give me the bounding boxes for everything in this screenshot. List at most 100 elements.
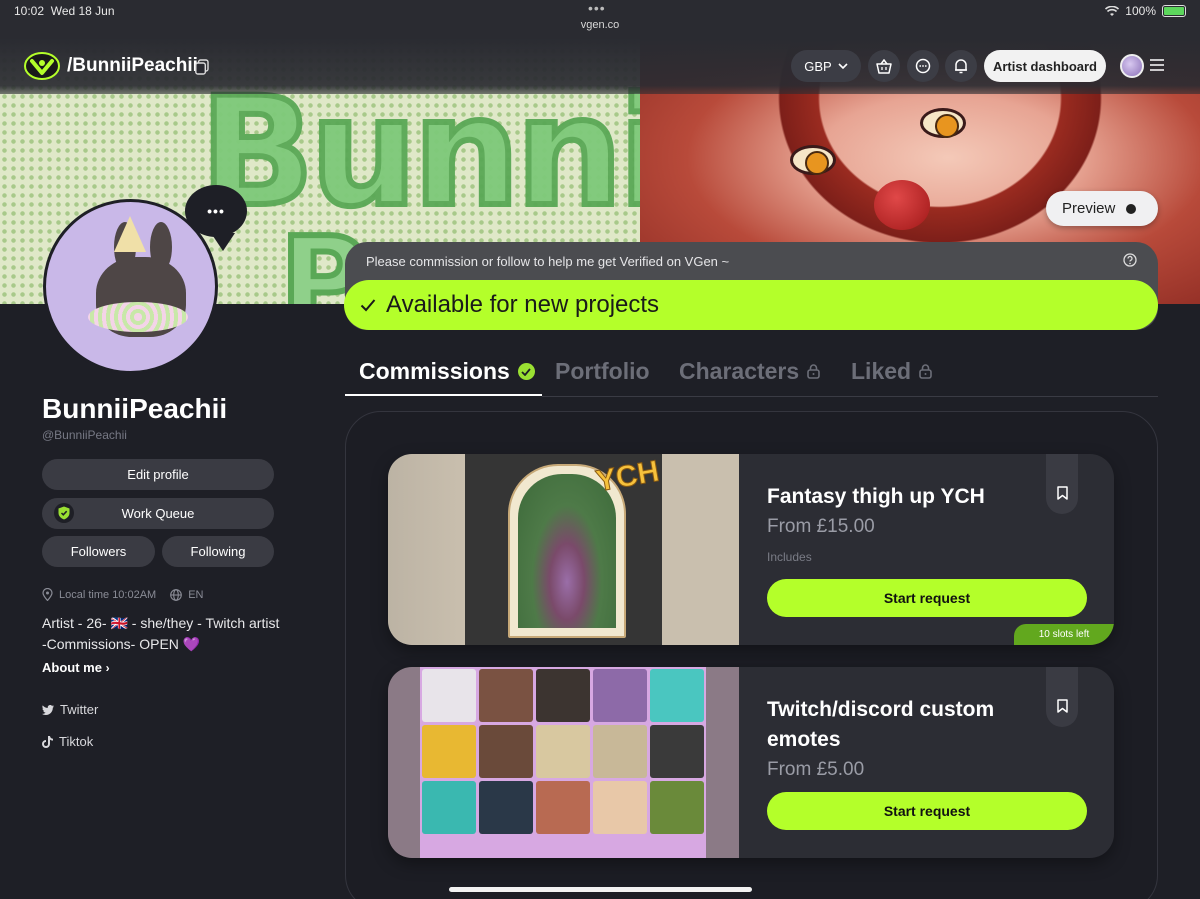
commission-price: From £15.00 [767, 516, 875, 537]
following-button[interactable]: Following [162, 536, 274, 567]
emote [479, 781, 533, 834]
battery-icon [1162, 5, 1186, 17]
user-handle: @BunniiPeachii [42, 428, 127, 442]
chat-bubble-icon [915, 58, 931, 74]
commission-card[interactable]: Twitch/discord custom emotes From £5.00 … [388, 667, 1114, 858]
banner-clown-nose [874, 180, 930, 230]
bookmark-button[interactable] [1046, 667, 1078, 727]
commission-card[interactable]: YCH Fantasy thigh up YCH From £15.00 Inc… [388, 454, 1114, 645]
vgen-logo[interactable] [24, 52, 60, 80]
tab-portfolio[interactable]: Portfolio [555, 358, 650, 385]
emote [422, 725, 476, 778]
twitter-label: Twitter [60, 702, 99, 717]
notifications-button[interactable] [945, 50, 977, 82]
work-queue-label: Work Queue [121, 506, 195, 521]
emote [593, 725, 647, 778]
home-indicator[interactable] [449, 887, 752, 892]
messages-button[interactable] [907, 50, 939, 82]
help-icon[interactable] [1123, 253, 1137, 267]
emote [536, 781, 590, 834]
cart-button[interactable] [868, 50, 900, 82]
emote [593, 669, 647, 722]
bookmark-icon [1056, 486, 1068, 500]
about-me-link[interactable]: About me › [42, 660, 110, 675]
profile-meta: Local time 10:02AM EN [42, 588, 204, 601]
user-avatar-menu[interactable] [1120, 54, 1144, 78]
tiktok-link[interactable]: Tiktok [42, 734, 93, 749]
bookmark-button[interactable] [1046, 454, 1078, 514]
lock-icon [919, 364, 932, 379]
includes-label: Includes [767, 550, 812, 564]
banner-eye-left [790, 145, 836, 175]
commission-thumbnail [388, 667, 739, 858]
currency-value: GBP [804, 58, 832, 74]
emote [479, 725, 533, 778]
emote-sheet [420, 667, 706, 858]
verify-prompt: Please commission or follow to help me g… [366, 254, 730, 269]
basket-icon [876, 58, 892, 74]
chevron-down-icon [838, 62, 848, 69]
artist-dashboard-button[interactable]: Artist dashboard [984, 50, 1106, 82]
emote [650, 669, 704, 722]
tab-label: Characters [679, 358, 800, 384]
start-request-button[interactable]: Start request [767, 792, 1087, 830]
start-request-button[interactable]: Start request [767, 579, 1087, 617]
wifi-icon [1105, 5, 1120, 16]
copy-icon[interactable] [195, 59, 209, 75]
preview-label: Preview [1062, 200, 1116, 217]
active-tab-indicator [345, 394, 542, 396]
ios-status-bar: 10:02 Wed 18 Jun ••• vgen.co 100% [0, 0, 1200, 38]
profile-bio: Artist - 26- 🇬🇧 - she/they - Twitch arti… [42, 615, 280, 652]
commission-title: Twitch/discord custom emotes [767, 698, 995, 751]
commission-price: From £5.00 [767, 759, 865, 780]
battery-percent: 100% [1125, 4, 1156, 18]
currency-select[interactable]: GBP [791, 50, 861, 82]
display-name: BunniiPeachii [42, 393, 228, 424]
emote [650, 725, 704, 778]
tab-characters[interactable]: Characters [679, 358, 820, 385]
status-indicators: 100% [1105, 4, 1186, 18]
tabs-divider [542, 396, 1158, 397]
availability-banner: Available for new projects [344, 280, 1158, 330]
bell-icon [955, 59, 967, 74]
edit-profile-button[interactable]: Edit profile [42, 459, 274, 490]
shield-check-icon [54, 503, 74, 523]
preview-toggle[interactable]: Preview [1046, 191, 1158, 226]
language: EN [188, 588, 204, 601]
emote [650, 781, 704, 834]
browser-url[interactable]: vgen.co [0, 19, 1200, 31]
emote [536, 725, 590, 778]
lock-icon [807, 364, 820, 379]
work-queue-button[interactable]: Work Queue [42, 498, 274, 529]
clown-collar [88, 302, 188, 332]
emote [536, 669, 590, 722]
slots-left-badge: 10 slots left [1014, 624, 1114, 645]
status-bubble-button[interactable]: ••• [185, 185, 247, 251]
twitter-icon [42, 704, 54, 715]
emote [479, 669, 533, 722]
tab-label: Commissions [359, 358, 510, 384]
commission-title: Fantasy thigh up YCH [767, 485, 985, 508]
check-badge-icon [517, 363, 535, 380]
emote [422, 781, 476, 834]
availability-text: Available for new projects [386, 291, 660, 318]
commission-thumbnail: YCH [388, 454, 739, 645]
followers-button[interactable]: Followers [42, 536, 155, 567]
party-hat [114, 216, 146, 252]
globe-icon [170, 588, 183, 601]
status-time: 10:02 Wed 18 Jun [14, 4, 115, 18]
tab-liked[interactable]: Liked [851, 358, 932, 385]
multitask-dots[interactable]: ••• [588, 0, 606, 16]
ych-image-text: YCH [593, 454, 662, 499]
tab-commissions[interactable]: Commissions [359, 358, 535, 385]
local-time: Local time 10:02AM [59, 588, 157, 601]
hamburger-menu-icon[interactable] [1150, 59, 1164, 71]
location-pin-icon [42, 588, 53, 601]
checkmark-icon [360, 299, 376, 312]
tab-label: Portfolio [555, 358, 650, 384]
tab-label: Liked [851, 358, 912, 384]
profile-url-handle: /BunniiPeachii [67, 55, 198, 76]
tiktok-label: Tiktok [59, 734, 94, 749]
twitter-link[interactable]: Twitter [42, 702, 98, 717]
tiktok-icon [42, 735, 53, 748]
